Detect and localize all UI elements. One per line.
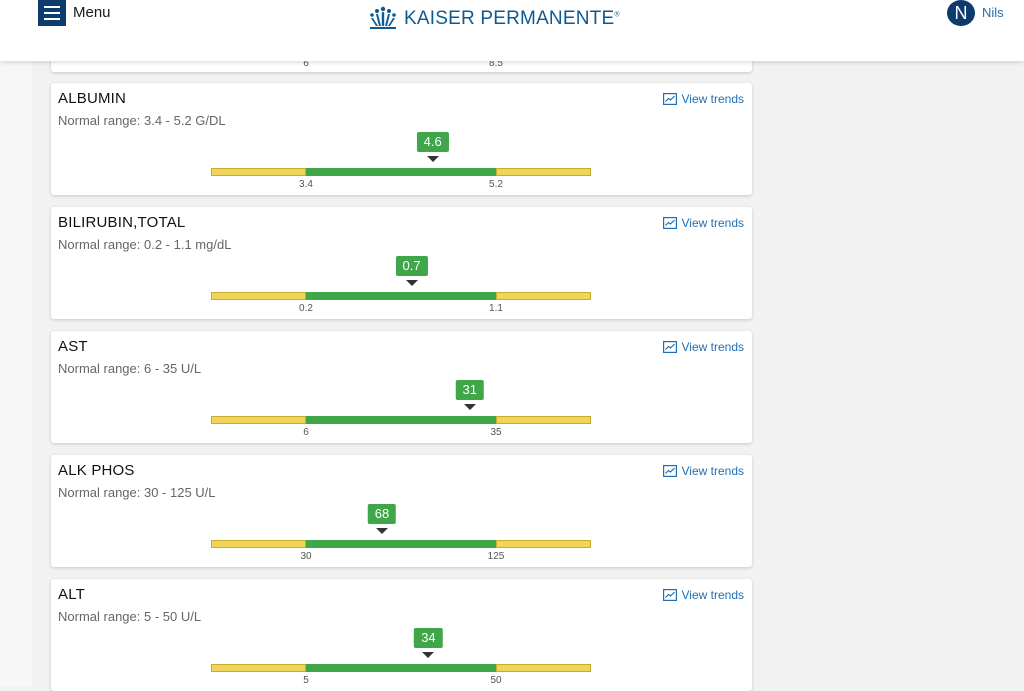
- normal-range-text: Normal range: 5 - 50 U/L: [58, 609, 202, 624]
- range-bar-low: [211, 416, 306, 424]
- range-bar-normal: [306, 540, 496, 548]
- range-bar-normal: [306, 292, 496, 300]
- result-pointer-icon: [426, 156, 439, 162]
- range-bar-low: [211, 168, 306, 176]
- view-trends-link[interactable]: View trends: [662, 92, 744, 106]
- result-pointer-icon: [422, 652, 435, 658]
- result-pointer-icon: [405, 280, 418, 286]
- view-trends-label: View trends: [681, 464, 744, 478]
- kaiser-logo[interactable]: KAISER PERMANENTE®: [368, 4, 620, 34]
- range-bar: [211, 416, 591, 424]
- left-rail: [0, 61, 32, 687]
- user-name-link[interactable]: Nils: [982, 5, 1004, 20]
- view-trends-link[interactable]: View trends: [662, 588, 744, 602]
- view-trends-label: View trends: [681, 588, 744, 602]
- view-trends-label: View trends: [681, 92, 744, 106]
- result-card-ast: AST Normal range: 6 - 35 U/L View trends 6 3…: [51, 331, 752, 443]
- result-card-albumin: ALBUMIN Normal range: 3.4 - 5.2 G/DL View …: [51, 83, 752, 195]
- result-pointer-icon: [463, 404, 476, 410]
- trend-chart-icon: [662, 465, 677, 477]
- view-trends-link[interactable]: View trends: [662, 464, 744, 478]
- view-trends-link[interactable]: View trends: [662, 216, 744, 230]
- range-low-tick: 6: [303, 427, 309, 438]
- menu-icon[interactable]: [38, 0, 66, 26]
- result-value-badge: 34: [414, 628, 443, 648]
- range-bar-high: [496, 540, 591, 548]
- menu-button-label[interactable]: Menu: [73, 4, 111, 21]
- range-bar-high: [496, 292, 591, 300]
- range-bar: [211, 168, 591, 176]
- range-bar: [211, 292, 591, 300]
- kaiser-logo-icon: [370, 6, 396, 29]
- normal-range-text: Normal range: 30 - 125 U/L: [58, 485, 216, 500]
- range-high-tick: 5.2: [489, 179, 503, 190]
- normal-range-text: Normal range: 3.4 - 5.2 G/DL: [58, 113, 226, 128]
- range-low-tick: 3.4: [299, 179, 313, 190]
- range-bar-low: [211, 664, 306, 672]
- logo-text: KAISER PERMANENTE®: [404, 8, 620, 29]
- range-high-tick: 50: [490, 675, 502, 686]
- result-card-bilirubin-total: BILIRUBIN,TOTAL Normal range: 0.2 - 1.1 m…: [51, 207, 752, 319]
- range-high-tick: 35: [490, 427, 502, 438]
- range-bar-low: [211, 292, 306, 300]
- view-trends-label: View trends: [681, 216, 744, 230]
- range-bar-normal: [306, 168, 496, 176]
- test-name: ALT: [58, 586, 85, 603]
- range-bar-high: [496, 416, 591, 424]
- test-name: ALBUMIN: [58, 90, 127, 107]
- range-bar-normal: [306, 416, 496, 424]
- range-bar-low: [211, 540, 306, 548]
- range-bar: [211, 664, 591, 672]
- range-bar-high: [496, 168, 591, 176]
- result-value-badge: 0.7: [395, 256, 428, 276]
- result-pointer-icon: [376, 528, 388, 534]
- view-trends-link[interactable]: View trends: [662, 340, 744, 354]
- result-value-badge: 68: [367, 504, 397, 524]
- result-card-alt: ALT Normal range: 5 - 50 U/L View trends 5 5…: [51, 579, 752, 691]
- range-bar: [211, 540, 591, 548]
- result-value-badge: 31: [455, 380, 485, 400]
- view-trends-label: View trends: [681, 340, 744, 354]
- user-avatar[interactable]: N: [947, 0, 975, 26]
- normal-range-text: Normal range: 6 - 35 U/L: [58, 361, 202, 376]
- range-low-tick: 5: [303, 675, 309, 686]
- normal-range-text: Normal range: 0.2 - 1.1 mg/dL: [58, 237, 232, 252]
- trend-chart-icon: [662, 217, 677, 229]
- trend-chart-icon: [662, 93, 677, 105]
- test-name: BILIRUBIN,TOTAL: [58, 214, 186, 231]
- top-header: Menu KAISER PERMANENTE® N Nils: [0, 0, 1024, 61]
- result-card-alk-phos: ALK PHOS Normal range: 30 - 125 U/L View t…: [51, 455, 752, 567]
- range-high-tick: 1.1: [489, 303, 503, 314]
- test-name: ALK PHOS: [58, 462, 135, 479]
- test-name: AST: [58, 338, 88, 355]
- result-value-badge: 4.6: [416, 132, 449, 152]
- range-high-tick: 125: [487, 551, 505, 562]
- range-low-tick: 0.2: [299, 303, 313, 314]
- range-low-tick: 30: [300, 551, 312, 562]
- trend-chart-icon: [662, 341, 677, 353]
- trend-chart-icon: [662, 589, 677, 601]
- range-bar-high: [496, 664, 591, 672]
- range-bar-normal: [306, 664, 496, 672]
